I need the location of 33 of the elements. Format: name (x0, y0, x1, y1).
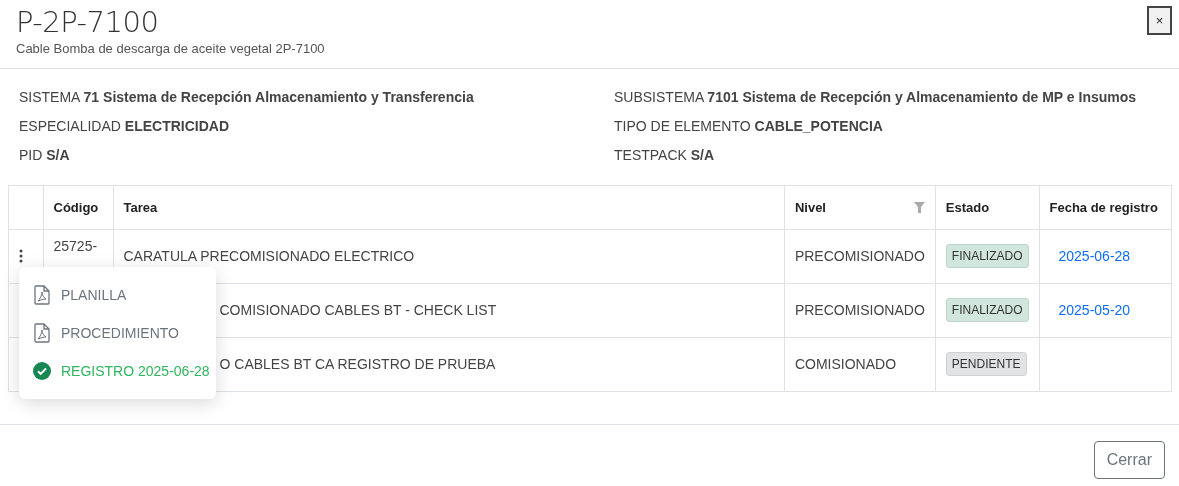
check-circle-icon (33, 362, 51, 380)
column-header: Tarea (123, 199, 158, 215)
table-cell: PRECOMISIONADO (794, 302, 925, 318)
info-field: TESTPACK S/A (614, 146, 1160, 163)
info-field: SUBSISTEMA 7101 Sistema de Recepción y Almacenamiento de MP e Insumos (614, 88, 1160, 105)
column-header: Fecha de registro (1049, 199, 1158, 215)
column-header: Código (53, 199, 99, 215)
date-link[interactable]: 2025-05-20 (1058, 302, 1131, 318)
info-field: ESPECIALIDAD ELECTRICIDAD (19, 117, 614, 134)
status-badge: PENDIENTE (945, 352, 1027, 377)
close-button[interactable]: Cerrar (1093, 441, 1165, 479)
dialog-subtitle: Cable Bomba de descarga de aceite vegetal 2P-7100 (16, 41, 326, 56)
status-badge: FINALIZADO (945, 298, 1029, 322)
menu-item[interactable]: PROCEDIMIENTO (19, 314, 216, 352)
column-header: Estado (945, 199, 990, 215)
pdf-file-icon (34, 285, 50, 305)
table-cell: CARATULA PRECOMISIONADO ELECTRICO (123, 248, 415, 264)
dialog-title: P-2P-7100 (16, 4, 159, 40)
table-cell: COMISIONADO CABLES BT - CHECK LIST (219, 302, 497, 318)
column-header: Nivel (794, 199, 826, 215)
table-cell: O CABLES BT CA REGISTRO DE PRUEBA (219, 356, 496, 373)
menu-item[interactable]: PLANILLA (19, 276, 216, 314)
table-cell: PRECOMISIONADO (794, 248, 925, 264)
table-cell: COMISIONADO (794, 356, 897, 373)
info-field: PID S/A (19, 146, 614, 163)
status-badge: FINALIZADO (945, 244, 1029, 268)
date-link[interactable]: 2025-06-28 (1058, 248, 1131, 264)
close-button[interactable]: × (1147, 6, 1172, 35)
info-field: TIPO DE ELEMENTO CABLE_POTENCIA (614, 117, 1160, 134)
table-cell: 25725- (53, 237, 98, 254)
menu-item[interactable]: REGISTRO 2025-06-28 (19, 352, 216, 390)
info-field: SISTEMA 71 Sistema de Recepción Almacenamiento y Transferencia (19, 88, 614, 105)
pdf-file-icon (34, 323, 50, 343)
